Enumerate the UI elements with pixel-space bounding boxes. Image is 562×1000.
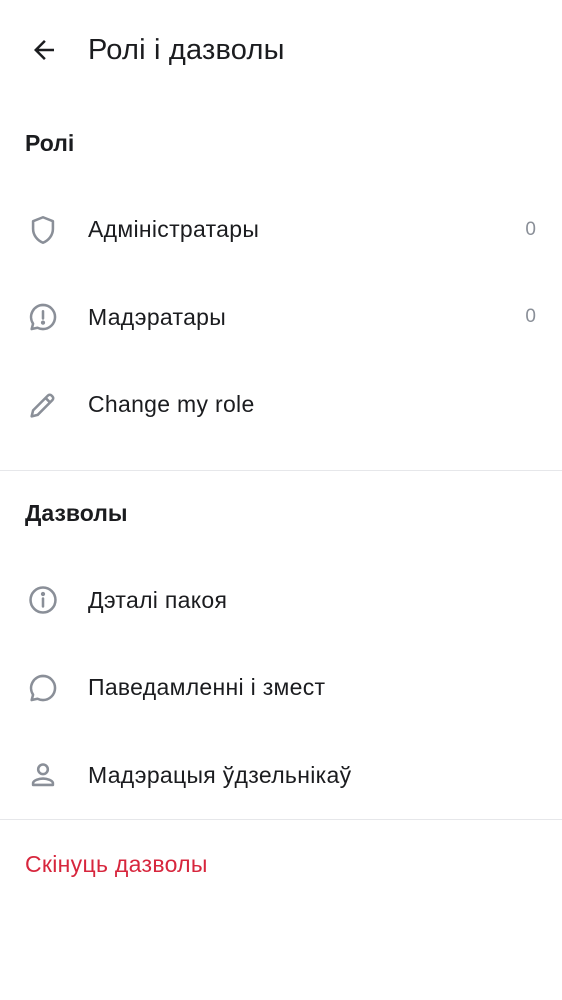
row-administrators[interactable]: Адміністратары 0 xyxy=(0,186,562,274)
back-button[interactable] xyxy=(22,28,66,72)
row-label: Мадэратары xyxy=(88,303,227,330)
row-change-my-role[interactable]: Change my role xyxy=(0,361,562,449)
section-header-roles: Ролі xyxy=(25,129,75,156)
row-label: Change my role xyxy=(88,391,255,418)
person-icon xyxy=(25,757,61,793)
alert-bubble-icon xyxy=(25,299,61,335)
row-label: Адміністратары xyxy=(88,216,260,243)
count-badge: 0 xyxy=(525,306,536,328)
reset-permissions-label: Скінуць дазволы xyxy=(25,850,208,877)
row-messages-content[interactable]: Паведамленні і змест xyxy=(0,644,562,732)
room-roles-permissions-screen: Ролі і дазволы Ролі Адміністратары 0 Мад… xyxy=(0,0,562,1000)
count-badge: 0 xyxy=(525,218,536,240)
arrow-left-icon xyxy=(34,40,54,60)
row-moderators[interactable]: Мадэратары 0 xyxy=(0,274,562,362)
row-label: Паведамленні і змест xyxy=(88,674,326,701)
page-title: Ролі і дазволы xyxy=(88,33,285,66)
section-header-permissions: Дазволы xyxy=(25,500,128,526)
info-icon xyxy=(25,582,61,618)
row-room-details[interactable]: Дэталі пакоя xyxy=(0,557,562,645)
reset-permissions-button[interactable]: Скінуць дазволы xyxy=(0,820,562,908)
chat-bubble-icon xyxy=(25,670,61,706)
shield-icon xyxy=(25,212,61,248)
top-app-bar: Ролі і дазволы xyxy=(0,0,562,100)
row-member-moderation[interactable]: Мадэрацыя ўдзельнікаў xyxy=(0,732,562,820)
row-label: Мадэрацыя ўдзельнікаў xyxy=(88,761,352,788)
row-label: Дэталі пакоя xyxy=(88,586,228,613)
pencil-icon xyxy=(25,387,61,423)
